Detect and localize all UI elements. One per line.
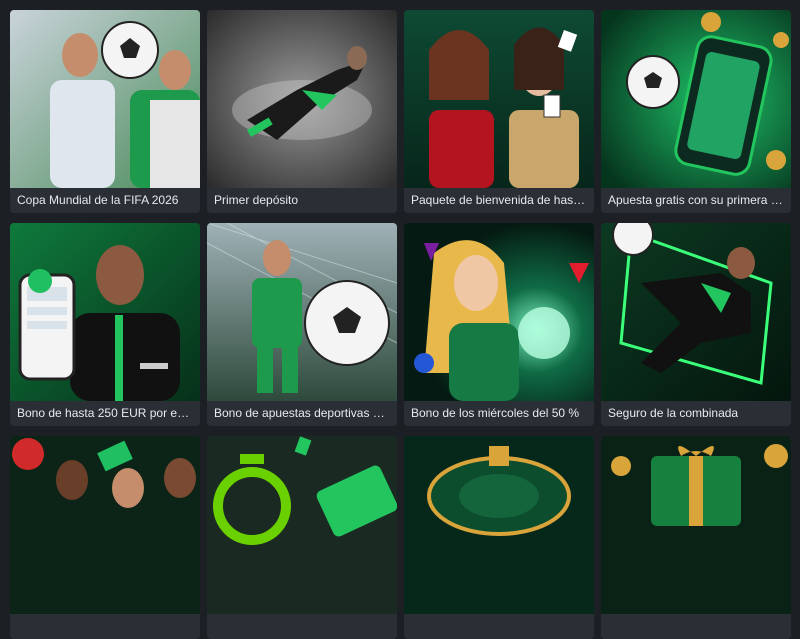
promo-image: [404, 223, 594, 401]
promo-image: [404, 10, 594, 188]
promo-card-welcome-package[interactable]: Paquete de bienvenida de hasta 500 EUR +…: [404, 10, 594, 213]
promo-card-fifa-world-cup[interactable]: Copa Mundial de la FIFA 2026: [10, 10, 200, 213]
promo-card-first-deposit[interactable]: Primer depósito: [207, 10, 397, 213]
promo-image: [207, 223, 397, 401]
promo-card-active-bonus[interactable]: Bono de hasta 250 EUR por estar activo: [10, 223, 200, 426]
promo-card-combo-insurance[interactable]: Seguro de la combinada: [601, 223, 791, 426]
promotions-grid: Copa Mundial de la FIFA 2026 Primer depó…: [10, 10, 794, 639]
promo-image: [10, 223, 200, 401]
promo-image: [10, 436, 200, 614]
promo-title: Apuesta gratis con su primera apuesta: [601, 188, 791, 213]
promo-title: [404, 614, 594, 639]
promo-card-stopwatch[interactable]: [207, 436, 397, 639]
promo-card-casino-wheel[interactable]: [404, 436, 594, 639]
promo-image: [601, 436, 791, 614]
promo-title: [207, 614, 397, 639]
promo-title: Paquete de bienvenida de hasta 500 EUR +…: [404, 188, 594, 213]
promo-image: [601, 223, 791, 401]
promo-card-free-bet[interactable]: Apuesta gratis con su primera apuesta: [601, 10, 791, 213]
promo-title: Primer depósito: [207, 188, 397, 213]
promo-image: [10, 10, 200, 188]
promo-image: [601, 10, 791, 188]
promo-title: Bono de hasta 250 EUR por estar activo: [10, 401, 200, 426]
promo-card-sports-bonus[interactable]: Bono de apuestas deportivas del 100 %: [207, 223, 397, 426]
promo-image: [207, 436, 397, 614]
promo-card-wednesday-bonus[interactable]: Bono de los miércoles del 50 %: [404, 223, 594, 426]
promo-title: [10, 614, 200, 639]
promo-card-boxing[interactable]: [10, 436, 200, 639]
promo-image: [207, 10, 397, 188]
promo-card-gift[interactable]: [601, 436, 791, 639]
promo-title: Seguro de la combinada: [601, 401, 791, 426]
promo-title: Bono de los miércoles del 50 %: [404, 401, 594, 426]
promo-title: [601, 614, 791, 639]
promo-title: Bono de apuestas deportivas del 100 %: [207, 401, 397, 426]
promo-title: Copa Mundial de la FIFA 2026: [10, 188, 200, 213]
promo-image: [404, 436, 594, 614]
